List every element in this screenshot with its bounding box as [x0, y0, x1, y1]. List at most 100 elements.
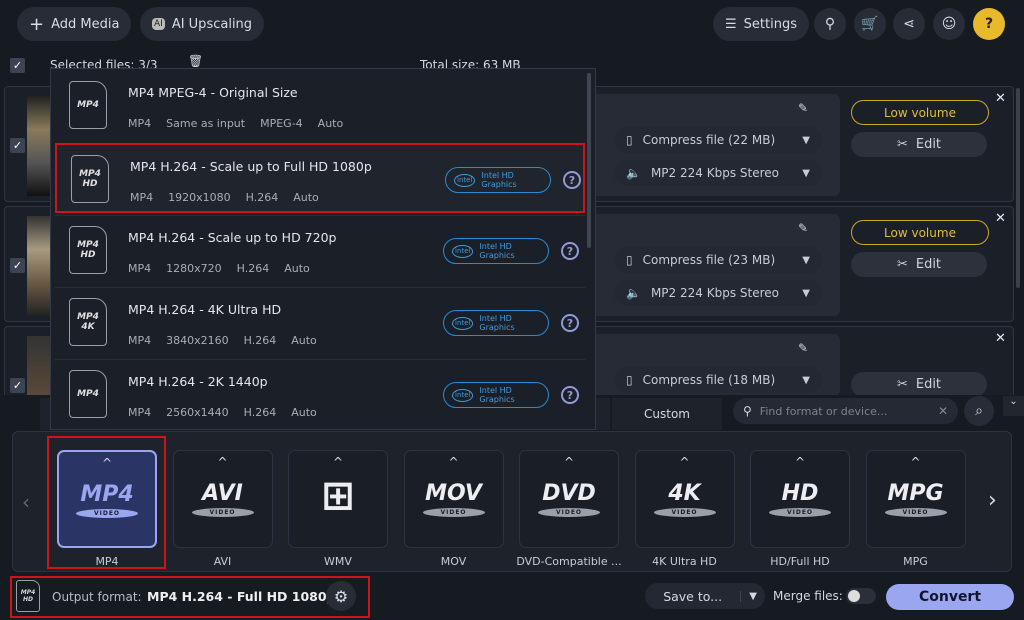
chevron-up-icon[interactable]: ^: [448, 455, 458, 469]
dropdown-scrollbar[interactable]: [587, 73, 591, 248]
search-icon[interactable]: ⚲: [814, 8, 846, 40]
preset-meta: MP4 1280x720 H.264 Auto: [128, 262, 310, 275]
preset-meta-value: H.264: [243, 406, 277, 419]
format-search-input[interactable]: ⚲ Find format or device... ✕: [733, 398, 958, 424]
file-checkbox[interactable]: ✓: [10, 138, 25, 153]
edit-button[interactable]: ✂ Edit: [851, 372, 987, 397]
preset-meta-value: Auto: [291, 334, 317, 347]
chevron-up-icon[interactable]: ^: [795, 455, 805, 469]
help-icon[interactable]: ?: [561, 242, 579, 260]
ai-upscaling-button[interactable]: AI AI Upscaling: [140, 7, 265, 41]
preset-meta: MP4 1920x1080 H.264 Auto: [130, 191, 319, 204]
select-all-checkbox[interactable]: ✓: [10, 58, 25, 73]
intel-label: Intel HD: [479, 386, 512, 395]
help-icon[interactable]: ?: [561, 314, 579, 332]
video-badge: VIDEO: [653, 508, 716, 517]
share-icon[interactable]: ⋖: [893, 8, 925, 40]
clear-icon[interactable]: ✕: [938, 404, 948, 418]
save-to-label: Save to...: [663, 588, 723, 604]
edit-button[interactable]: ✂ Edit: [851, 252, 987, 277]
file-checkbox[interactable]: ✓: [10, 378, 25, 393]
collapse-chevron-icon[interactable]: ⌄: [1003, 396, 1024, 416]
help-button[interactable]: ?: [973, 8, 1005, 40]
chevron-up-icon[interactable]: ^: [679, 455, 689, 469]
output-format-highlight: [10, 576, 370, 618]
format-preset-item[interactable]: MP4 HD MP4 H.264 - Scale up to HD 720p MP…: [55, 215, 585, 285]
audio-select[interactable]: 🔈 MP2 224 Kbps Stereo ▼: [614, 280, 822, 306]
video-badge: VIDEO: [191, 508, 254, 517]
format-tile-mpg[interactable]: ^ MPG VIDEO: [865, 450, 966, 548]
video-thumbnail[interactable]: [27, 216, 51, 316]
format-tile-mov[interactable]: ^ MOV VIDEO: [403, 450, 504, 548]
intel-label: Intel HD: [479, 242, 512, 251]
speaker-icon: 🔈: [626, 166, 641, 180]
chevron-right-icon[interactable]: ›: [988, 488, 997, 513]
chevron-down-icon[interactable]: ▼: [740, 590, 765, 602]
file-size-icon: ▯: [626, 133, 633, 147]
scrollbar[interactable]: [1016, 88, 1020, 288]
trash-icon[interactable]: 🗑: [188, 54, 203, 68]
device-search-icon[interactable]: ⌕: [964, 396, 994, 426]
mp4-file-icon: MP4 4K: [69, 298, 107, 346]
mp4-file-icon: MP4: [69, 370, 107, 418]
format-preset-item[interactable]: MP4 4K MP4 H.264 - 4K Ultra HD MP4 3840x21…: [55, 287, 585, 357]
audio-select[interactable]: 🔈 MP2 224 Kbps Stereo ▼: [614, 160, 822, 186]
compress-select[interactable]: ▯ Compress file (23 MB) ▼: [614, 247, 822, 273]
low-volume-button[interactable]: Low volume: [851, 100, 989, 125]
video-badge: VIDEO: [769, 508, 831, 517]
compress-select[interactable]: ▯ Compress file (22 MB) ▼: [614, 127, 822, 153]
format-preset-dropdown[interactable]: MP4 MP4 MPEG-4 - Original Size MP4 Same a…: [50, 68, 596, 430]
format-logo: AVI: [202, 481, 243, 506]
format-preset-item[interactable]: MP4 MP4 MPEG-4 - Original Size MP4 Same a…: [55, 71, 585, 141]
pencil-icon[interactable]: ✎: [798, 101, 808, 115]
intel-hd-badge: intel Intel HD Graphics: [443, 382, 549, 408]
add-media-label: Add Media: [51, 16, 120, 32]
format-tile-label: MOV: [440, 555, 467, 568]
file-checkbox[interactable]: ✓: [10, 258, 25, 273]
pencil-icon[interactable]: ✎: [798, 221, 808, 235]
save-to-button[interactable]: Save to... ▼: [645, 583, 765, 609]
format-preset-item[interactable]: MP4 HD MP4 H.264 - Scale up to Full HD 10…: [55, 143, 585, 213]
preset-title: MP4 MPEG-4 - Original Size: [128, 85, 298, 100]
file-icon-label: MP4: [77, 389, 99, 399]
chevron-up-icon[interactable]: ^: [564, 455, 574, 469]
preset-meta: MP4 3840x2160 H.264 Auto: [128, 334, 317, 347]
chevron-up-icon[interactable]: ^: [910, 455, 920, 469]
compress-select[interactable]: ▯ Compress file (18 MB) ▼: [614, 367, 822, 393]
format-preset-item[interactable]: MP4 MP4 H.264 - 2K 1440p MP4 2560x1440 H.2…: [55, 359, 585, 429]
preset-meta: MP4 2560x1440 H.264 Auto: [128, 406, 317, 419]
merge-files-toggle[interactable]: [846, 588, 876, 604]
video-thumbnail[interactable]: [27, 336, 51, 396]
cart-icon[interactable]: 🛒: [854, 8, 886, 40]
settings-button[interactable]: ☰ Settings: [713, 7, 809, 41]
tab-custom[interactable]: Custom: [612, 398, 722, 430]
preset-meta-value: MP4: [128, 406, 152, 419]
add-media-button[interactable]: + Add Media: [17, 7, 132, 41]
user-icon[interactable]: ☺: [933, 8, 965, 40]
format-tile-4k-ultra-hd[interactable]: ^ 4K VIDEO: [634, 450, 735, 548]
pencil-icon[interactable]: ✎: [798, 341, 808, 355]
remove-file-icon[interactable]: ✕: [995, 211, 1006, 226]
convert-button[interactable]: Convert: [886, 584, 1014, 610]
format-tile-hd-full-hd[interactable]: ^ HD VIDEO: [750, 450, 850, 548]
edit-label: Edit: [915, 257, 942, 272]
preset-meta-value: MP4: [128, 334, 152, 347]
video-thumbnail[interactable]: [27, 96, 51, 196]
selected-format-highlight: [47, 436, 166, 569]
remove-file-icon[interactable]: ✕: [995, 91, 1006, 106]
mp4-file-icon: MP4 HD: [71, 155, 109, 203]
preset-meta-value: H.264: [236, 262, 270, 275]
chevron-up-icon[interactable]: ^: [333, 455, 343, 469]
format-tile-dvd-compatible-[interactable]: ^ DVD VIDEO: [519, 450, 619, 548]
format-tile-avi[interactable]: ^ AVI VIDEO: [172, 450, 273, 548]
remove-file-icon[interactable]: ✕: [995, 331, 1006, 346]
low-volume-button[interactable]: Low volume: [851, 220, 989, 245]
chevron-up-icon[interactable]: ^: [217, 455, 227, 469]
video-badge: VIDEO: [884, 508, 947, 517]
chevron-left-icon[interactable]: ‹: [22, 490, 30, 514]
format-tile-wmv[interactable]: ^ ⊞: [288, 450, 388, 548]
format-logo: HD: [781, 481, 819, 506]
edit-button[interactable]: ✂ Edit: [851, 132, 987, 157]
help-icon[interactable]: ?: [561, 386, 579, 404]
help-icon[interactable]: ?: [563, 171, 581, 189]
